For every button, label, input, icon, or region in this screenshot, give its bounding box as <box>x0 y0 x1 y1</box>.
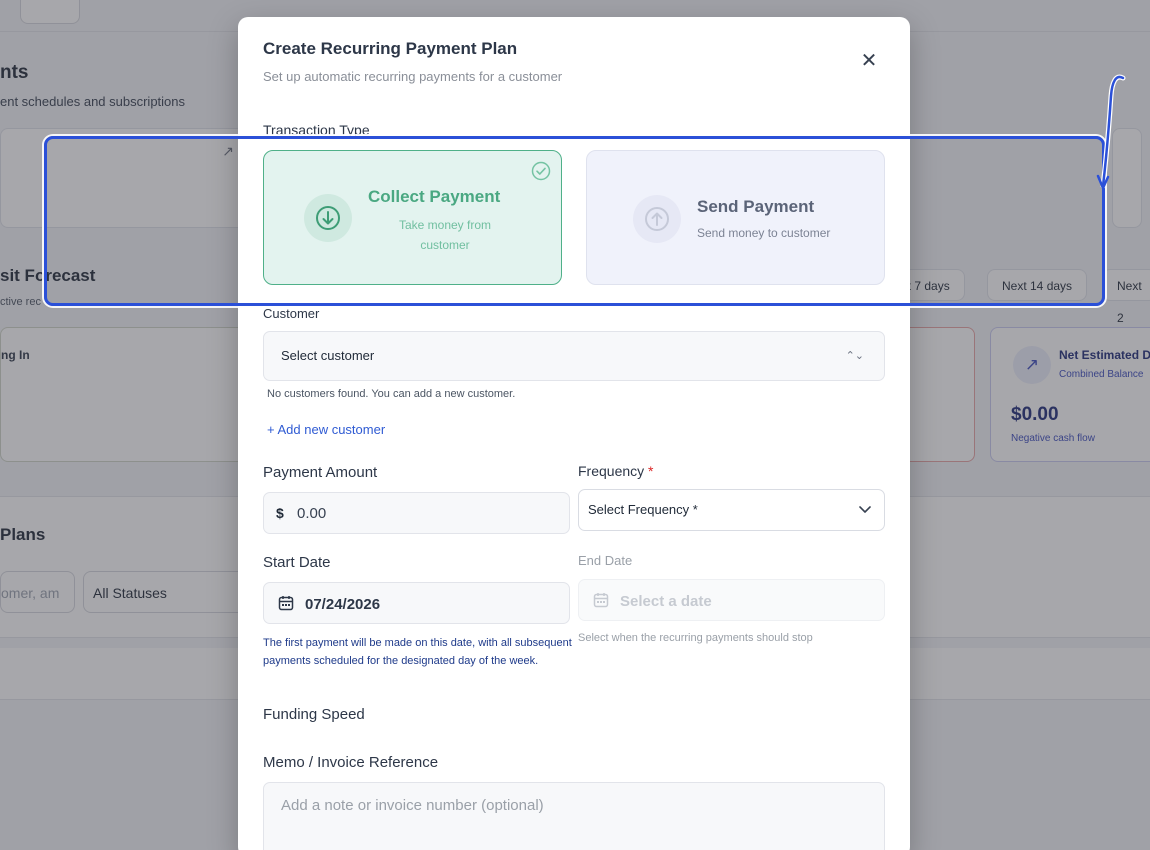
memo-textarea[interactable]: Add a note or invoice number (optional) <box>263 782 885 850</box>
collect-payment-title: Collect Payment <box>368 187 501 206</box>
payment-amount-label: Payment Amount <box>263 464 378 481</box>
payment-amount-input[interactable]: $ 0.00 <box>263 492 570 534</box>
memo-placeholder: Add a note or invoice number (optional) <box>281 797 544 814</box>
arrow-down-circle-icon <box>304 194 352 242</box>
calendar-icon <box>278 596 294 611</box>
create-recurring-plan-modal: Create Recurring Payment Plan Set up aut… <box>238 17 910 850</box>
collect-payment-option[interactable]: Collect Payment Take money from customer <box>263 150 562 285</box>
transaction-type-label: Transaction Type <box>263 122 370 138</box>
send-payment-description: Send money to customer <box>697 226 831 240</box>
start-date-value: 07/24/2026 <box>305 596 381 613</box>
send-payment-option[interactable]: Send Payment Send money to customer <box>586 150 885 285</box>
payment-amount-value: 0.00 <box>297 505 327 522</box>
check-circle-icon <box>531 161 551 181</box>
end-date-placeholder: Select a date <box>620 593 712 610</box>
customer-select[interactable]: Select customer ⌃⌄ <box>263 331 885 381</box>
end-date-label: End Date <box>578 553 633 568</box>
customer-empty-note: No customers found. You can add a new cu… <box>267 388 516 400</box>
customer-label: Customer <box>263 306 320 321</box>
frequency-select-value: Select Frequency * <box>588 502 698 517</box>
currency-symbol: $ <box>276 505 284 521</box>
end-date-help: Select when the recurring payments shoul… <box>578 632 813 644</box>
calendar-icon <box>593 593 609 608</box>
frequency-label-text: Frequency <box>578 463 645 479</box>
start-date-label: Start Date <box>263 554 331 571</box>
frequency-select[interactable]: Select Frequency * <box>578 489 885 531</box>
collect-payment-description: Take money from customer <box>398 218 492 252</box>
arrow-up-circle-icon <box>633 195 681 243</box>
frequency-label: Frequency * <box>578 463 654 479</box>
start-date-input[interactable]: 07/24/2026 <box>263 582 570 624</box>
required-mark: * <box>648 463 654 479</box>
memo-label: Memo / Invoice Reference <box>263 754 439 771</box>
modal-subtitle: Set up automatic recurring payments for … <box>263 69 563 84</box>
up-down-chevron-icon: ⌃⌄ <box>845 350 864 362</box>
close-icon[interactable]: ✕ <box>858 50 880 72</box>
start-date-help: The first payment will be made on this d… <box>263 637 572 667</box>
end-date-input[interactable]: Select a date <box>578 579 885 621</box>
add-new-customer-link[interactable]: + Add new customer <box>267 422 385 437</box>
chevron-down-icon <box>859 506 871 513</box>
modal-title: Create Recurring Payment Plan <box>263 39 518 58</box>
send-payment-title: Send Payment <box>697 197 815 216</box>
customer-select-value: Select customer <box>281 348 375 363</box>
funding-speed-label: Funding Speed <box>263 706 365 723</box>
